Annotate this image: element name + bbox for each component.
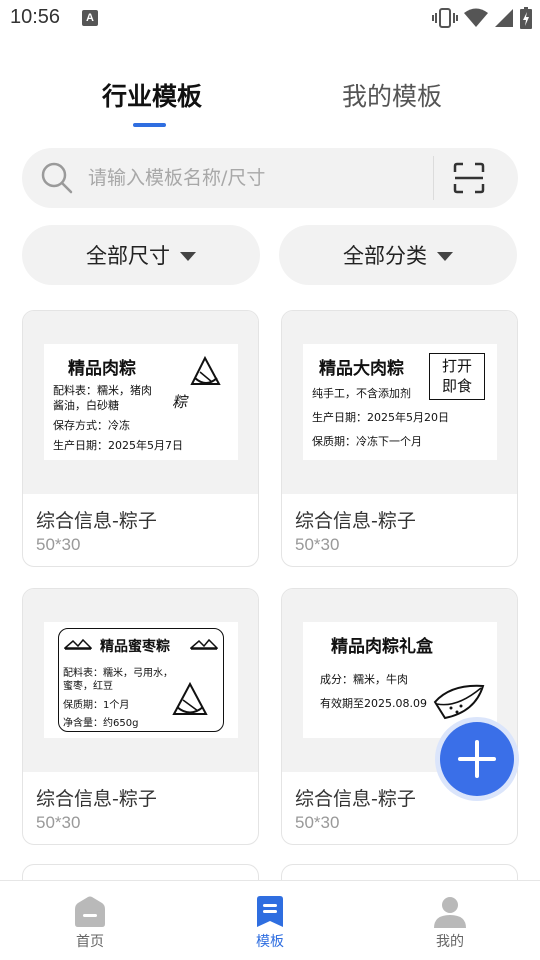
status-icons [432,6,532,30]
tab-industry-templates[interactable]: 行业模板 [102,80,202,114]
nav-mine-label: 我的 [436,934,464,950]
scan-icon[interactable] [452,161,486,195]
nav-home[interactable]: 首页 [50,895,130,951]
label-preview: 精品肉粽 配料表：糯米，猪肉 酱油，白砂糖 保存方式：冷冻 生产日期：2025年… [44,344,238,460]
label-text-line: 生产日期：2025年5月7日 [53,439,183,452]
add-template-button[interactable] [440,722,514,796]
status-bar: 10:56 A [0,0,540,36]
label-box-line: 打开 [441,357,472,375]
template-title: 综合信息-粽子 [36,788,157,810]
template-preview: 精品蜜枣粽 配料表：糯米，弓用水， 蜜枣，红豆 保质期：1个月 净含量：约650… [23,589,258,772]
status-time: 10:56 [10,6,61,28]
wifi-icon [464,8,488,27]
label-text-line: 有效期至2025.08.09 [320,697,427,710]
nav-home-label: 首页 [76,934,104,950]
label-heading: 精品大肉粽 [319,359,404,379]
label-text-line: 蜜枣，红豆 [63,681,113,692]
size-filter-dropdown[interactable]: 全部尺寸 [22,225,260,285]
home-icon [75,896,105,927]
chevron-down-icon [180,251,196,261]
bottom-nav: 首页 模板 我的 [0,880,540,960]
notification-icon: A [82,10,98,26]
label-text-line: 保质期：1个月 [63,700,130,711]
profile-icon [434,897,466,928]
template-card[interactable]: 精品肉粽礼盒 成分：糯米，牛肉 有效期至2025.08.09 综合信息-粽子 5… [281,588,518,845]
label-open-box: 打开 即食 [429,353,485,400]
label-text-line: 保质期：冷冻下一个月 [312,435,422,448]
nav-mine[interactable]: 我的 [410,895,490,951]
label-text-line: 保存方式：冷冻 [53,419,130,432]
template-size: 50*30 [36,813,81,832]
template-size: 50*30 [295,535,340,554]
search-bar [22,148,518,208]
label-text-line: 成分：糯米，牛肉 [320,673,408,686]
size-filter-label: 全部尺寸 [86,244,170,268]
label-preview: 精品大肉粽 打开 即食 纯手工，不含添加剂 生产日期：2025年5月20日 保质… [303,344,497,460]
template-icon [257,896,283,927]
zongzi-leaf-icon [433,684,485,720]
signal-icon [495,9,513,27]
nav-template-label: 模板 [256,934,284,950]
template-title: 综合信息-粽子 [36,510,157,532]
template-card[interactable]: 精品大肉粽 打开 即食 纯手工，不含添加剂 生产日期：2025年5月20日 保质… [281,310,518,567]
label-text-line: 配料表：糯米，猪肉 [53,384,152,397]
plus-icon [458,740,496,778]
label-stamp: 粽 [172,393,188,411]
category-filter-dropdown[interactable]: 全部分类 [279,225,517,285]
active-tab-indicator [133,123,166,127]
label-text-line: 生产日期：2025年5月20日 [312,411,449,424]
template-preview: 精品肉粽 配料表：糯米，猪肉 酱油，白砂糖 保存方式：冷冻 生产日期：2025年… [23,311,258,494]
category-filter-label: 全部分类 [343,244,427,268]
label-preview: 精品肉粽礼盒 成分：糯米，牛肉 有效期至2025.08.09 [303,622,497,738]
label-text-line: 净含量：约650g [63,718,139,729]
vibrate-icon [432,8,458,28]
template-preview: 精品大肉粽 打开 即食 纯手工，不含添加剂 生产日期：2025年5月20日 保质… [282,311,517,494]
zongzi-icon [190,355,221,385]
label-text-line: 纯手工，不含添加剂 [312,387,411,400]
label-preview: 精品蜜枣粽 配料表：糯米，弓用水， 蜜枣，红豆 保质期：1个月 净含量：约650… [44,622,238,738]
tab-my-templates[interactable]: 我的模板 [342,80,442,114]
template-size: 50*30 [36,535,81,554]
template-card[interactable]: 精品蜜枣粽 配料表：糯米，弓用水， 蜜枣，红豆 保质期：1个月 净含量：约650… [22,588,259,845]
label-heading: 精品肉粽礼盒 [331,637,433,657]
chevron-down-icon [437,251,453,261]
wave-decoration-icon [64,638,92,650]
label-box-line: 即食 [441,377,472,395]
template-title: 综合信息-粽子 [295,510,416,532]
template-title: 综合信息-粽子 [295,788,416,810]
battery-icon [520,7,532,29]
wave-decoration-icon [190,638,218,650]
nav-template[interactable]: 模板 [230,895,310,951]
search-icon [41,162,73,194]
search-divider [433,156,434,200]
label-heading: 精品蜜枣粽 [100,639,170,655]
template-card[interactable]: 精品肉粽 配料表：糯米，猪肉 酱油，白砂糖 保存方式：冷冻 生产日期：2025年… [22,310,259,567]
label-heading: 精品肉粽 [68,359,136,379]
zongzi-icon [172,681,208,715]
template-size: 50*30 [295,813,340,832]
search-input[interactable] [88,162,418,194]
label-text-line: 酱油，白砂糖 [53,399,119,412]
